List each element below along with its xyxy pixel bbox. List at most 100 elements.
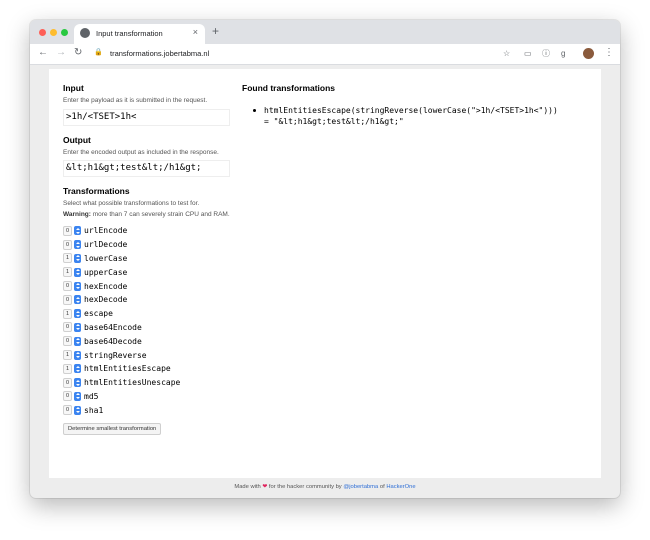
transformation-name: sha1 — [84, 405, 104, 415]
warning-text: Warning: more than 7 can severely strain… — [63, 210, 233, 220]
stepper-icon[interactable] — [74, 281, 81, 291]
footer: Made with ❤ for the hacker community by … — [30, 484, 620, 490]
list-item: 0 base64Encode — [63, 321, 233, 335]
list-item: 0 sha1 — [63, 403, 233, 417]
tab-bar: Input transformation × + — [30, 20, 620, 44]
count-badge: 0 — [63, 225, 72, 236]
count-badge: 0 — [63, 391, 72, 402]
count-badge: 0 — [63, 405, 72, 416]
warning-label: Warning: — [63, 210, 91, 218]
extension-g-icon[interactable]: g — [561, 49, 565, 59]
transformation-name: urlEncode — [84, 226, 128, 236]
left-column: Input Enter the payload as it is submitt… — [63, 83, 233, 436]
count-badge: 0 — [63, 377, 72, 388]
count-badge: 1 — [63, 308, 72, 319]
count-badge: 0 — [63, 281, 72, 292]
transformation-name: stringReverse — [84, 350, 147, 360]
transformation-name: htmlEntitiesUnescape — [84, 378, 181, 388]
forward-icon[interactable]: → — [56, 47, 66, 59]
stepper-icon[interactable] — [74, 405, 81, 415]
stepper-icon[interactable] — [74, 350, 81, 360]
list-item: 1 upperCase — [63, 265, 233, 279]
list-item: 0 urlEncode — [63, 224, 233, 238]
result-output: = "&lt;h1&gt;test&lt;/h1&gt;" — [264, 117, 404, 126]
bullet-icon — [253, 109, 256, 112]
input-heading: Input — [63, 83, 84, 93]
stepper-icon[interactable] — [74, 364, 81, 374]
footer-made-with: Made with — [234, 484, 261, 490]
reload-icon[interactable]: ↻ — [74, 47, 82, 59]
transformation-list: 0 urlEncode 0 urlDecode 1 lowerCase 1 upperC… — [63, 224, 233, 417]
transformation-name: urlDecode — [84, 240, 128, 250]
stepper-icon[interactable] — [74, 267, 81, 277]
count-badge: 0 — [63, 336, 72, 347]
warning-message: more than 7 can severely strain CPU and … — [90, 210, 230, 218]
tab-input-transformation[interactable]: Input transformation × — [74, 24, 205, 44]
list-item: 1 htmlEntitiesEscape — [63, 362, 233, 376]
page-content: Input Enter the payload as it is submitt… — [49, 69, 601, 478]
input-field[interactable]: >1h/<TSET>1h< — [63, 108, 230, 126]
list-item: 0 base64Decode — [63, 334, 233, 348]
stepper-icon[interactable] — [74, 226, 81, 236]
list-item: 0 hexEncode — [63, 279, 233, 293]
close-window-icon[interactable] — [39, 29, 46, 36]
transformation-name: base64Encode — [84, 322, 142, 332]
list-item: 0 urlDecode — [63, 238, 233, 252]
stepper-icon[interactable] — [74, 391, 81, 401]
found-result: htmlEntitiesEscape(stringReverse(lowerCa… — [242, 105, 592, 127]
back-icon[interactable]: ← — [38, 47, 48, 59]
determine-smallest-button[interactable]: Determine smallest transformation — [63, 423, 162, 436]
transformation-name: upperCase — [84, 267, 128, 277]
cast-icon[interactable]: ▭ — [524, 49, 532, 59]
output-field[interactable]: &lt;h1&gt;test&lt;/h1&gt; — [63, 160, 230, 177]
maximize-window-icon[interactable] — [61, 29, 68, 36]
stepper-icon[interactable] — [74, 322, 81, 332]
url-text: transformations.jobertabma.nl — [110, 49, 210, 58]
transformation-name: escape — [84, 309, 113, 319]
minimize-window-icon[interactable] — [50, 29, 57, 36]
new-tab-button[interactable]: + — [212, 25, 219, 37]
transformations-description: Select what possible transformations to … — [63, 200, 200, 207]
menu-icon[interactable]: ⋮ — [604, 47, 614, 58]
author-link[interactable]: @jobertabma — [343, 484, 378, 490]
bookmark-star-icon[interactable]: ☆ — [503, 49, 510, 59]
transformation-name: htmlEntitiesEscape — [84, 364, 171, 374]
lock-icon: 🔒 — [94, 49, 103, 56]
heart-icon: ❤ — [262, 484, 268, 490]
stepper-icon[interactable] — [74, 240, 81, 250]
list-item: 1 lowerCase — [63, 252, 233, 266]
footer-for-text: for the hacker community by — [268, 484, 342, 490]
list-item: 0 htmlEntitiesUnescape — [63, 376, 233, 390]
stepper-icon[interactable] — [74, 253, 81, 263]
profile-avatar[interactable] — [583, 48, 594, 59]
found-heading: Found transformations — [242, 83, 336, 93]
output-description: Enter the encoded output as included in … — [63, 148, 219, 156]
count-badge: 1 — [63, 350, 72, 361]
count-badge: 0 — [63, 322, 72, 333]
list-item: 1 stringReverse — [63, 348, 233, 362]
stepper-icon[interactable] — [74, 309, 81, 319]
input-description: Enter the payload as it is submitted in … — [63, 97, 208, 104]
transformation-name: hexDecode — [84, 295, 128, 305]
list-item: 1 escape — [63, 307, 233, 321]
info-icon[interactable]: ⓘ — [542, 49, 550, 59]
tab-close-icon[interactable]: × — [193, 27, 198, 37]
list-item: 0 md5 — [63, 390, 233, 404]
transformations-heading: Transformations — [63, 186, 130, 196]
transformation-name: md5 — [84, 391, 99, 401]
result-expression: htmlEntitiesEscape(stringReverse(lowerCa… — [264, 106, 558, 115]
transformation-name: lowerCase — [84, 253, 128, 263]
right-column: Found transformations htmlEntitiesEscape… — [242, 83, 592, 127]
browser-toolbar: ← → ↻ 🔒 transformations.jobertabma.nl ☆ … — [30, 44, 620, 65]
count-badge: 1 — [63, 267, 72, 278]
stepper-icon[interactable] — [74, 336, 81, 346]
stepper-icon[interactable] — [74, 295, 81, 305]
output-heading: Output — [63, 134, 91, 145]
hackerone-link[interactable]: HackerOne — [386, 484, 415, 490]
transformation-name: hexEncode — [84, 281, 128, 291]
globe-icon — [80, 28, 90, 38]
count-badge: 1 — [63, 363, 72, 374]
stepper-icon[interactable] — [74, 378, 81, 388]
address-bar[interactable]: 🔒 transformations.jobertabma.nl — [90, 47, 520, 61]
transformation-name: base64Decode — [84, 336, 142, 346]
